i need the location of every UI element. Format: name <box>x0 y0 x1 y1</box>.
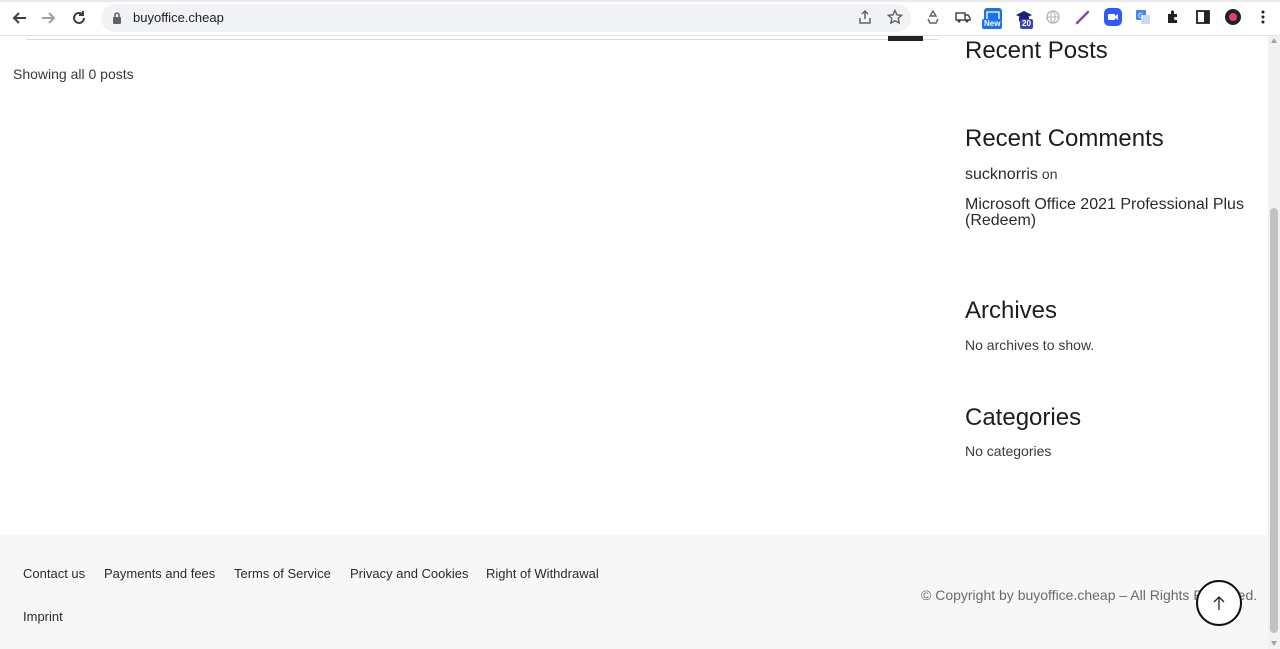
recycle-extension-icon[interactable] <box>924 8 942 26</box>
reload-icon <box>73 11 85 24</box>
scroll-to-top-button[interactable] <box>1196 580 1242 626</box>
kebab-menu-icon[interactable] <box>1254 8 1272 26</box>
comment-author[interactable]: sucknorris <box>965 166 1038 183</box>
scroll-down-arrow-icon[interactable] <box>1271 641 1277 646</box>
truck-extension-icon[interactable] <box>954 8 972 26</box>
new-badge: New <box>982 19 1003 29</box>
new-badge-extension-icon[interactable]: New <box>982 8 1003 29</box>
url-text: buyoffice.cheap <box>133 10 224 25</box>
web-page: Showing all 0 posts Recent Posts Recent … <box>0 36 1268 649</box>
recent-posts-title: Recent Posts <box>965 37 1108 64</box>
globe-extension-icon[interactable] <box>1044 8 1062 26</box>
categories-title: Categories <box>965 404 1082 431</box>
lock-icon <box>113 12 121 24</box>
count-badge: 20 <box>1020 19 1033 29</box>
bookmark-star-icon[interactable] <box>886 8 904 27</box>
translate-extension-icon[interactable]: G <box>1134 8 1152 26</box>
profile-avatar-icon[interactable] <box>1224 8 1242 26</box>
footer-link-withdrawal[interactable]: Right of Withdrawal <box>486 566 599 581</box>
archives-title: Archives <box>965 297 1058 324</box>
arrow-left-icon <box>12 12 26 24</box>
footer-link-privacy[interactable]: Privacy and Cookies <box>350 566 469 581</box>
comment-entry: sucknorris on <box>965 166 1057 184</box>
footer: Contact us Payments and fees Terms of Se… <box>0 535 1268 649</box>
puzzle-extensions-icon[interactable] <box>1164 8 1182 26</box>
share-icon[interactable] <box>856 9 874 27</box>
svg-text:G: G <box>1138 12 1143 20</box>
arrow-right-icon <box>42 12 56 24</box>
footer-link-imprint[interactable]: Imprint <box>23 609 63 624</box>
scrollbar-thumb[interactable] <box>1270 208 1278 633</box>
recent-comments-title: Recent Comments <box>965 125 1164 152</box>
pen-extension-icon[interactable] <box>1074 8 1092 26</box>
search-field-edge[interactable] <box>26 39 938 40</box>
video-extension-icon[interactable] <box>1104 8 1122 26</box>
categories-empty-text: No categories <box>965 443 1052 459</box>
side-panel-icon[interactable] <box>1194 8 1212 26</box>
forward-button[interactable] <box>37 6 61 30</box>
search-button-edge[interactable] <box>888 36 923 41</box>
arrow-up-icon <box>1213 596 1225 610</box>
comment-post-link[interactable]: Microsoft Office 2021 Professional Plus … <box>965 197 1255 229</box>
browser-toolbar: buyoffice.cheap New 20 G <box>0 0 1280 36</box>
result-count: Showing all 0 posts <box>13 66 134 82</box>
footer-link-contact[interactable]: Contact us <box>23 566 85 581</box>
tab-strip-edge <box>0 0 1280 2</box>
footer-link-terms[interactable]: Terms of Service <box>234 566 331 581</box>
scroll-up-arrow-icon[interactable] <box>1271 38 1277 43</box>
address-bar[interactable]: buyoffice.cheap <box>101 4 911 32</box>
archives-empty-text: No archives to show. <box>965 337 1095 353</box>
graduation-cap-extension-icon[interactable]: 20 <box>1015 8 1033 29</box>
footer-link-payments[interactable]: Payments and fees <box>104 566 215 581</box>
page-scrollbar[interactable] <box>1268 36 1280 649</box>
back-button[interactable] <box>7 6 31 30</box>
reload-button[interactable] <box>67 6 91 30</box>
comment-on-label: on <box>1041 166 1058 182</box>
